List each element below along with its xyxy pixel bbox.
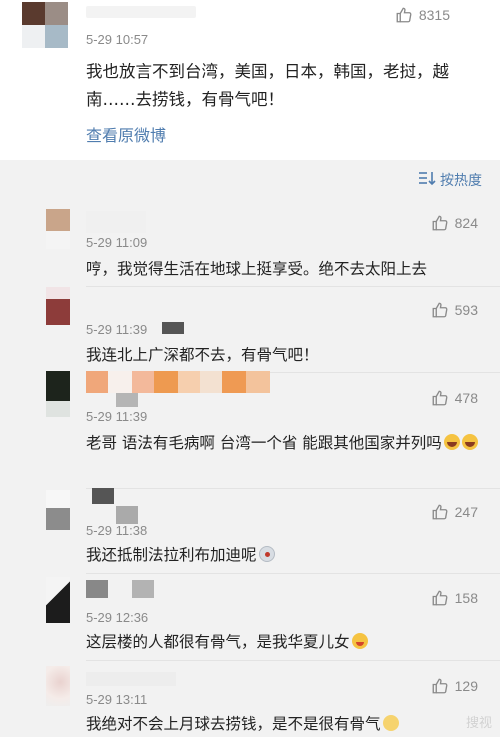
thumbs-up-icon — [431, 503, 449, 521]
avatar[interactable] — [46, 371, 70, 417]
like-button[interactable]: 593 — [431, 301, 478, 319]
username-blurred[interactable] — [86, 371, 270, 393]
avatar[interactable] — [46, 287, 70, 325]
cheeky-emoji-icon — [351, 633, 368, 649]
like-count: 593 — [454, 302, 478, 318]
like-button[interactable]: 129 — [431, 677, 478, 695]
like-count: 478 — [454, 390, 478, 406]
username-blurred[interactable] — [162, 322, 184, 334]
like-count: 8315 — [418, 7, 450, 23]
thumbs-up-icon — [431, 677, 449, 695]
sort-by-hot-button[interactable]: 按热度 — [418, 170, 482, 190]
avatar[interactable] — [46, 577, 70, 623]
like-button[interactable]: 247 — [431, 503, 478, 521]
comment-timestamp: 5-29 11:38 — [86, 523, 148, 538]
watermark: 搜视 — [465, 715, 492, 730]
avatar[interactable] — [46, 666, 70, 706]
like-count: 129 — [454, 678, 478, 694]
post-text: 我也放言不到台湾，美国，日本，韩国，老挝，越南……去捞钱，有骨气吧！ — [86, 62, 449, 109]
comment-timestamp: 5-29 11:09 — [86, 235, 148, 250]
username-blurred[interactable] — [86, 580, 154, 602]
cat-emoji-icon — [382, 715, 399, 731]
sort-label: 按热度 — [440, 173, 482, 189]
comment-timestamp: 5-29 13:11 — [86, 692, 148, 707]
username-blurred[interactable] — [86, 6, 196, 18]
comment-text: 这层楼的人都很有骨气，是我华夏儿女 — [86, 629, 486, 655]
like-button[interactable]: 158 — [431, 589, 478, 607]
avatar[interactable] — [46, 209, 70, 249]
username-blurred[interactable] — [86, 211, 146, 233]
thumbs-up-icon — [431, 589, 449, 607]
comment-timestamp: 5-29 11:39 — [86, 322, 148, 337]
comment-text: 哼，我觉得生活在地球上挺享受。绝不去太阳上去 — [86, 260, 428, 278]
like-button[interactable]: 478 — [431, 389, 478, 407]
divider — [86, 488, 500, 489]
laughing-emoji-icon — [461, 434, 478, 450]
shocked-emoji-icon — [258, 546, 275, 562]
thumbs-up-icon — [431, 301, 449, 319]
like-count: 247 — [454, 504, 478, 520]
divider — [86, 286, 500, 287]
divider — [86, 573, 500, 574]
like-button[interactable]: 824 — [431, 214, 478, 232]
thumbs-up-icon — [395, 6, 413, 24]
like-count: 824 — [454, 215, 478, 231]
comment-text-body: 老哥 语法有毛病啊 台湾一个省 能跟其他国家并列吗 — [86, 434, 442, 452]
comment-timestamp: 5-29 11:39 — [86, 409, 148, 424]
avatar[interactable] — [22, 2, 68, 48]
comment-timestamp: 5-29 12:36 — [86, 610, 149, 625]
divider — [86, 660, 500, 661]
username-blurred[interactable] — [92, 488, 114, 504]
comment-text: 我还抵制法拉利布加迪呢 — [86, 542, 486, 568]
laughing-emoji-icon — [443, 434, 460, 450]
original-post-card: 5-29 10:57 8315 我也放言不到台湾，美国，日本，韩国，老挝，越南…… — [0, 0, 500, 160]
thumbs-up-icon — [431, 214, 449, 232]
comment-text: 老哥 语法有毛病啊 台湾一个省 能跟其他国家并列吗 — [86, 430, 486, 456]
comment-text-body: 我绝对不会上月球去捞钱，是不是很有骨气 — [86, 715, 381, 733]
sort-icon — [418, 170, 436, 190]
username-blurred[interactable] — [86, 672, 176, 694]
comment-text: 我连北上广深都不去，有骨气吧！ — [86, 346, 319, 364]
comment-text: 我绝对不会上月球去捞钱，是不是很有骨气 — [86, 711, 486, 737]
username-blurred[interactable] — [116, 393, 138, 407]
username-blurred[interactable] — [116, 506, 138, 524]
comment-text-body: 这层楼的人都很有骨气，是我华夏儿女 — [86, 633, 350, 651]
post-timestamp: 5-29 10:57 — [86, 32, 149, 47]
thumbs-up-icon — [431, 389, 449, 407]
comment-text-body: 我还抵制法拉利布加迪呢 — [86, 546, 257, 564]
like-button[interactable]: 8315 — [395, 6, 450, 24]
like-count: 158 — [454, 590, 478, 606]
avatar[interactable] — [46, 490, 70, 530]
view-original-link[interactable]: 查看原微博 — [86, 122, 166, 146]
